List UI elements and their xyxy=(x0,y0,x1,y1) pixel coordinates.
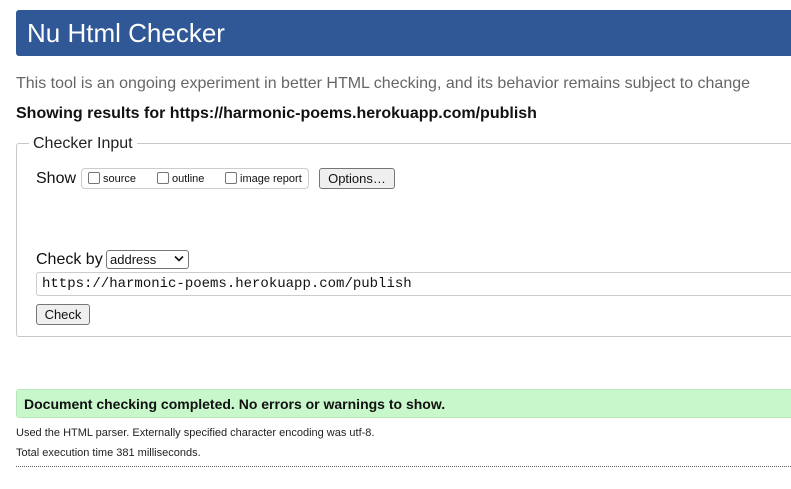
success-message-box: Document checking completed. No errors o… xyxy=(16,389,791,418)
image-report-checkbox[interactable] xyxy=(225,172,237,184)
chevron-down-icon xyxy=(174,255,184,262)
intro-text: This tool is an ongoing experiment in be… xyxy=(16,75,751,92)
execution-time: Total execution time 381 milliseconds. xyxy=(16,447,201,459)
outline-checkbox-label[interactable]: outline xyxy=(172,173,204,186)
outline-checkbox[interactable] xyxy=(157,172,169,184)
show-label: Show xyxy=(36,170,77,187)
page-header: Nu Html Checker xyxy=(16,10,791,56)
show-options-group: source outline image report xyxy=(81,168,309,189)
check-by-label: Check by xyxy=(36,251,103,268)
checker-input-fieldset: Checker Input Show source outline image … xyxy=(16,134,791,337)
check-by-selected-value: address xyxy=(110,252,157,267)
results-heading: Showing results for https://harmonic-poe… xyxy=(16,105,537,122)
source-checkbox[interactable] xyxy=(88,172,100,184)
image-report-checkbox-label[interactable]: image report xyxy=(240,173,302,186)
check-by-select[interactable]: address xyxy=(106,250,189,269)
nu-html-checker-page: Nu Html Checker This tool is an ongoing … xyxy=(0,0,791,489)
success-message: Document checking completed. No errors o… xyxy=(24,396,446,412)
url-input[interactable]: https://harmonic-poems.herokuapp.com/pub… xyxy=(36,272,791,296)
dotted-divider xyxy=(16,466,791,467)
parser-info: Used the HTML parser. Externally specifi… xyxy=(16,427,375,439)
checker-input-legend: Checker Input xyxy=(29,134,137,154)
check-button[interactable]: Check xyxy=(36,304,90,325)
source-checkbox-label[interactable]: source xyxy=(103,173,136,186)
options-button[interactable]: Options… xyxy=(319,168,395,189)
page-title: Nu Html Checker xyxy=(27,18,225,48)
